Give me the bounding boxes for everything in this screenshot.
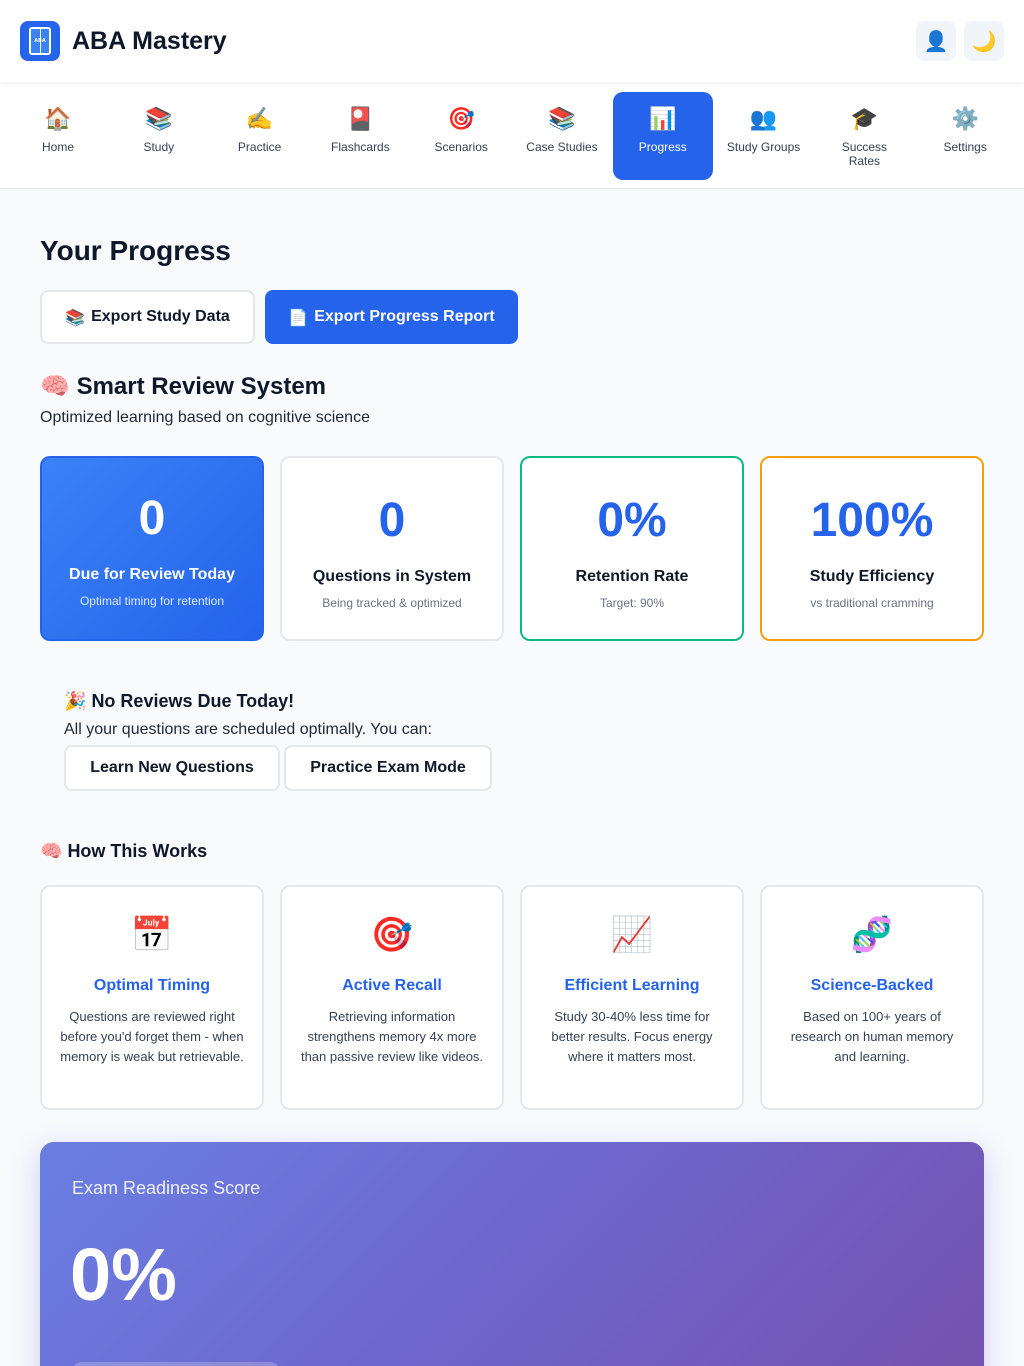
- nav-label: Scenarios: [434, 140, 488, 154]
- moon-icon: 🌙: [971, 29, 997, 53]
- nav-item-practice[interactable]: ✍️ Practice: [210, 92, 310, 180]
- books-icon: 📚: [65, 307, 86, 327]
- group-icon: 👥: [749, 107, 778, 132]
- app-header: ABA ABA Mastery 👤 🌙: [0, 0, 1024, 82]
- gear-icon: ⚙️: [951, 107, 979, 132]
- logo-text: ABA: [34, 38, 46, 44]
- brain-icon: 🧠: [40, 372, 70, 400]
- stat-sub: vs traditional cramming: [810, 596, 934, 610]
- nav-label: Success Rates: [841, 140, 888, 168]
- readiness-score: 0%: [70, 1233, 177, 1316]
- stat-label: Retention Rate: [575, 568, 689, 585]
- nav-item-home[interactable]: 🏠 Home: [8, 92, 108, 180]
- stat-value: 100%: [810, 494, 934, 547]
- smart-review-title-text: Smart Review System: [76, 373, 327, 400]
- stat-label: Due for Review Today: [69, 566, 235, 583]
- nav-item-scenarios[interactable]: 🎯 Scenarios: [411, 92, 511, 180]
- smart-review-subtitle: Optimized learning based on cognitive sc…: [40, 409, 370, 426]
- book-icon: ABA: [29, 27, 51, 55]
- readiness-title: Exam Readiness Score: [72, 1178, 261, 1198]
- how-it-works-title-text: How This Works: [67, 841, 208, 861]
- graduation-cap-icon: 🎓: [850, 107, 879, 132]
- how-card-optimal-timing: 📅 Optimal Timing Questions are reviewed …: [40, 885, 264, 1110]
- readiness-progress-bar: [72, 1362, 280, 1366]
- document-icon: 📄: [288, 307, 309, 327]
- nav-item-settings[interactable]: ⚙️ Settings: [915, 92, 1015, 180]
- nav-item-study-groups[interactable]: 👥 Study Groups: [714, 92, 814, 180]
- how-card-science-backed: 🧬 Science-Backed Based on 100+ years of …: [760, 885, 984, 1110]
- nav-label: Flashcards: [331, 140, 390, 154]
- stat-label: Questions in System: [312, 568, 472, 585]
- nav-label: Case Studies: [526, 140, 598, 154]
- how-card-text: Questions are reviewed right before you'…: [60, 1009, 244, 1064]
- practice-exam-mode-button[interactable]: Practice Exam Mode: [284, 745, 492, 791]
- exam-readiness-card: Exam Readiness Score 0%: [40, 1142, 984, 1366]
- how-card-title: Active Recall: [342, 977, 442, 994]
- stat-card-efficiency: 100% Study Efficiency vs traditional cra…: [760, 456, 984, 641]
- stat-sub: Target: 90%: [599, 596, 665, 610]
- bar-chart-icon: 📊: [649, 107, 677, 132]
- nav-label: Home: [41, 140, 74, 154]
- header-actions: 👤 🌙: [916, 21, 1004, 61]
- nav-label: Settings: [943, 140, 987, 154]
- learn-new-questions-button[interactable]: Learn New Questions: [64, 745, 280, 791]
- nav-label: Study Groups: [726, 140, 801, 154]
- target-icon: 🎯: [447, 107, 475, 132]
- stat-value: 0: [138, 492, 166, 545]
- nav-item-case-studies[interactable]: 📚 Case Studies: [512, 92, 612, 180]
- nav-label: Practice: [237, 140, 282, 154]
- how-it-works-title: 🧠 How This Works: [40, 841, 207, 862]
- how-card-text: Retrieving information strengthens memor…: [300, 1009, 484, 1064]
- export-progress-report-button[interactable]: 📄 Export Progress Report: [265, 290, 518, 344]
- stat-sub: Optimal timing for retention: [79, 594, 225, 608]
- party-popper-icon: 🎉: [64, 691, 87, 712]
- main-nav: 🏠 Home 📚 Study ✍️ Practice 🎴 Flashcards 🎯 Sce…: [0, 82, 1024, 189]
- app-title: ABA Mastery: [72, 26, 227, 55]
- nav-label: Study: [143, 140, 175, 154]
- no-reviews-title: 🎉 No Reviews Due Today!: [64, 691, 294, 712]
- export-study-data-label: Export Study Data: [91, 308, 230, 325]
- home-icon: 🏠: [44, 107, 72, 132]
- nav-item-success-rates[interactable]: 🎓 Success Rates: [814, 92, 914, 180]
- how-card-text: Based on 100+ years of research on human…: [790, 1009, 954, 1064]
- how-card-active-recall: 🎯 Active Recall Retrieving information s…: [280, 885, 504, 1110]
- target-icon: 🎯: [370, 915, 414, 955]
- theme-toggle-button[interactable]: 🌙: [964, 21, 1004, 61]
- no-reviews-text: All your questions are scheduled optimal…: [64, 721, 432, 738]
- nav-item-flashcards[interactable]: 🎴 Flashcards: [310, 92, 410, 180]
- stat-card-due-today: 0 Due for Review Today Optimal timing fo…: [40, 456, 264, 641]
- how-card-title: Efficient Learning: [564, 977, 700, 994]
- calendar-icon: 📅: [130, 915, 174, 955]
- how-card-efficient-learning: 📈 Efficient Learning Study 30-40% less t…: [520, 885, 744, 1110]
- export-study-data-button[interactable]: 📚 Export Study Data: [40, 290, 255, 344]
- stat-card-questions: 0 Questions in System Being tracked & op…: [280, 456, 504, 641]
- chart-increasing-icon: 📈: [610, 915, 654, 955]
- stat-label: Study Efficiency: [809, 568, 935, 585]
- app-logo[interactable]: ABA: [20, 21, 60, 61]
- stat-sub: Being tracked & optimized: [322, 596, 462, 610]
- nav-label: Progress: [638, 140, 687, 154]
- dna-icon: 🧬: [850, 915, 894, 955]
- user-icon: 👤: [923, 29, 949, 53]
- page-title: Your Progress: [40, 235, 231, 266]
- stat-value: 0: [378, 494, 406, 547]
- nav-item-study[interactable]: 📚 Study: [109, 92, 209, 180]
- books-icon: 📚: [548, 107, 576, 132]
- stat-value: 0%: [597, 494, 667, 547]
- how-card-title: Science-Backed: [810, 977, 934, 994]
- profile-button[interactable]: 👤: [916, 21, 956, 61]
- stat-card-retention: 0% Retention Rate Target: 90%: [520, 456, 744, 641]
- how-card-title: Optimal Timing: [93, 977, 211, 994]
- nav-item-progress[interactable]: 📊 Progress: [612, 92, 713, 180]
- how-card-text: Study 30-40% less time for better result…: [551, 1009, 713, 1064]
- brain-icon: 🧠: [40, 841, 63, 862]
- books-icon: 📚: [145, 107, 173, 132]
- export-progress-report-label: Export Progress Report: [314, 308, 495, 325]
- flashcard-icon: 🎴: [346, 107, 375, 132]
- writing-hand-icon: ✍️: [245, 107, 274, 132]
- no-reviews-title-text: No Reviews Due Today!: [91, 691, 295, 711]
- smart-review-title: 🧠 Smart Review System: [40, 372, 326, 401]
